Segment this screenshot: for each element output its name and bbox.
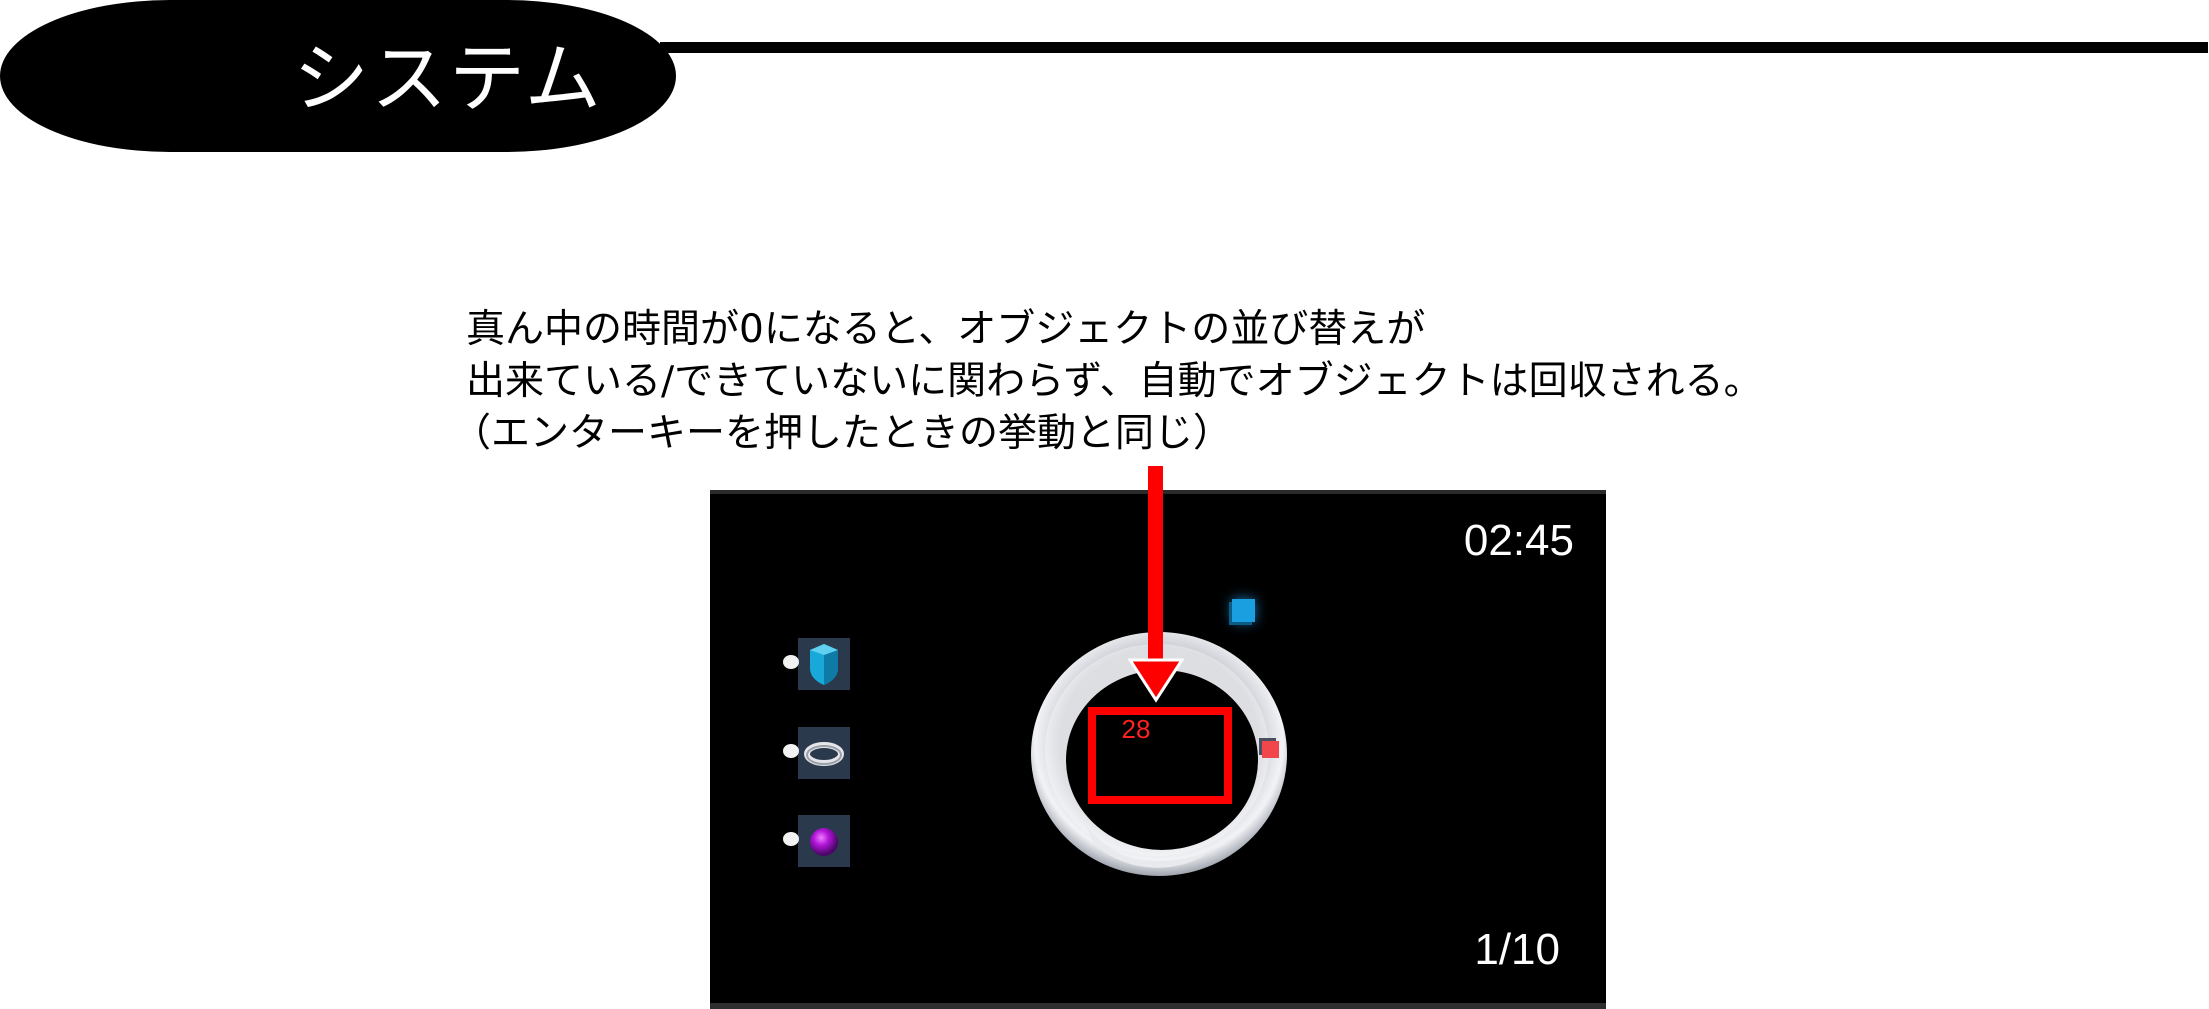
purple-orb-icon [810, 828, 838, 856]
description-line-3: （エンターキーを押したときの挙動と同じ） [452, 411, 1233, 456]
red-cube-marker [1262, 741, 1279, 758]
slot-indicator-dot [783, 832, 799, 846]
slot-indicator-dot [783, 655, 799, 669]
inventory-slot-shield[interactable] [783, 638, 850, 690]
description-line-2: 出来ている/できていないに関わらず、自動でオブジェクトは回収される。 [466, 359, 1763, 404]
cyan-shield-icon [810, 644, 838, 685]
inventory-slot-orb[interactable] [783, 815, 850, 867]
red-arrow-icon [1128, 466, 1184, 703]
description-text: 真ん中の時間が0になると、オブジェクトの並び替えが 出来ている/できていないに関… [452, 304, 1763, 460]
page-counter: 1/10 [1474, 925, 1560, 974]
game-bottom-edge [710, 1003, 1606, 1009]
description-line-1: 真ん中の時間が0になると、オブジェクトの並び替えが [466, 307, 1426, 352]
highlight-box [1088, 707, 1232, 804]
slot-indicator-dot [783, 744, 799, 758]
page-title: システム [293, 34, 603, 123]
floating-blue-cube [1232, 599, 1255, 622]
title-divider [660, 42, 2208, 53]
inventory-slot-ring[interactable] [783, 727, 850, 779]
timer-display: 02:45 [1463, 516, 1574, 565]
silver-ring-icon [804, 742, 844, 766]
